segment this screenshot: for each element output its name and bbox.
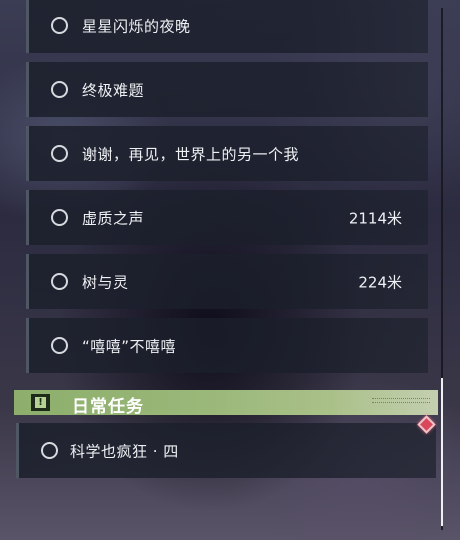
quest-item[interactable]: 星星闪烁的夜晚 (26, 0, 428, 53)
quest-distance: 2114米 (348, 209, 402, 227)
quest-item[interactable]: 终极难题 (26, 62, 428, 117)
category-title: 日常任务 (72, 397, 144, 417)
quest-item[interactable]: 虚质之声 2114米 (26, 190, 428, 245)
quest-name: 星星闪烁的夜晚 (82, 17, 191, 35)
quest-name: “嘻嘻”不嘻嘻 (82, 337, 177, 355)
scrollbar-thumb[interactable] (441, 378, 443, 526)
quest-name: 科学也疯狂 · 四 (70, 442, 179, 460)
quest-distance: 224米 (358, 273, 402, 291)
daily-quest-item[interactable]: 科学也疯狂 · 四 (16, 423, 436, 478)
category-decoration (372, 398, 430, 403)
quest-status-circle-icon (51, 209, 68, 226)
quest-name: 终极难题 (82, 81, 145, 99)
quest-item[interactable]: 谢谢，再见，世界上的另一个我 (26, 126, 428, 181)
quest-name: 虚质之声 (82, 209, 145, 227)
quest-status-circle-icon (51, 17, 68, 34)
exclamation-icon: ! (31, 394, 50, 411)
daily-quest-category-header[interactable]: ! 日常任务 (14, 390, 438, 417)
quest-name: 树与灵 (82, 273, 129, 291)
quest-item[interactable]: “嘻嘻”不嘻嘻 (26, 318, 428, 373)
quest-item[interactable]: 树与灵 224米 (26, 254, 428, 309)
quest-status-circle-icon (51, 273, 68, 290)
quest-status-circle-icon (51, 145, 68, 162)
quest-name: 谢谢，再见，世界上的另一个我 (82, 145, 300, 163)
quest-status-circle-icon (51, 337, 68, 354)
quest-status-circle-icon (51, 81, 68, 98)
quest-status-circle-icon (41, 442, 58, 459)
